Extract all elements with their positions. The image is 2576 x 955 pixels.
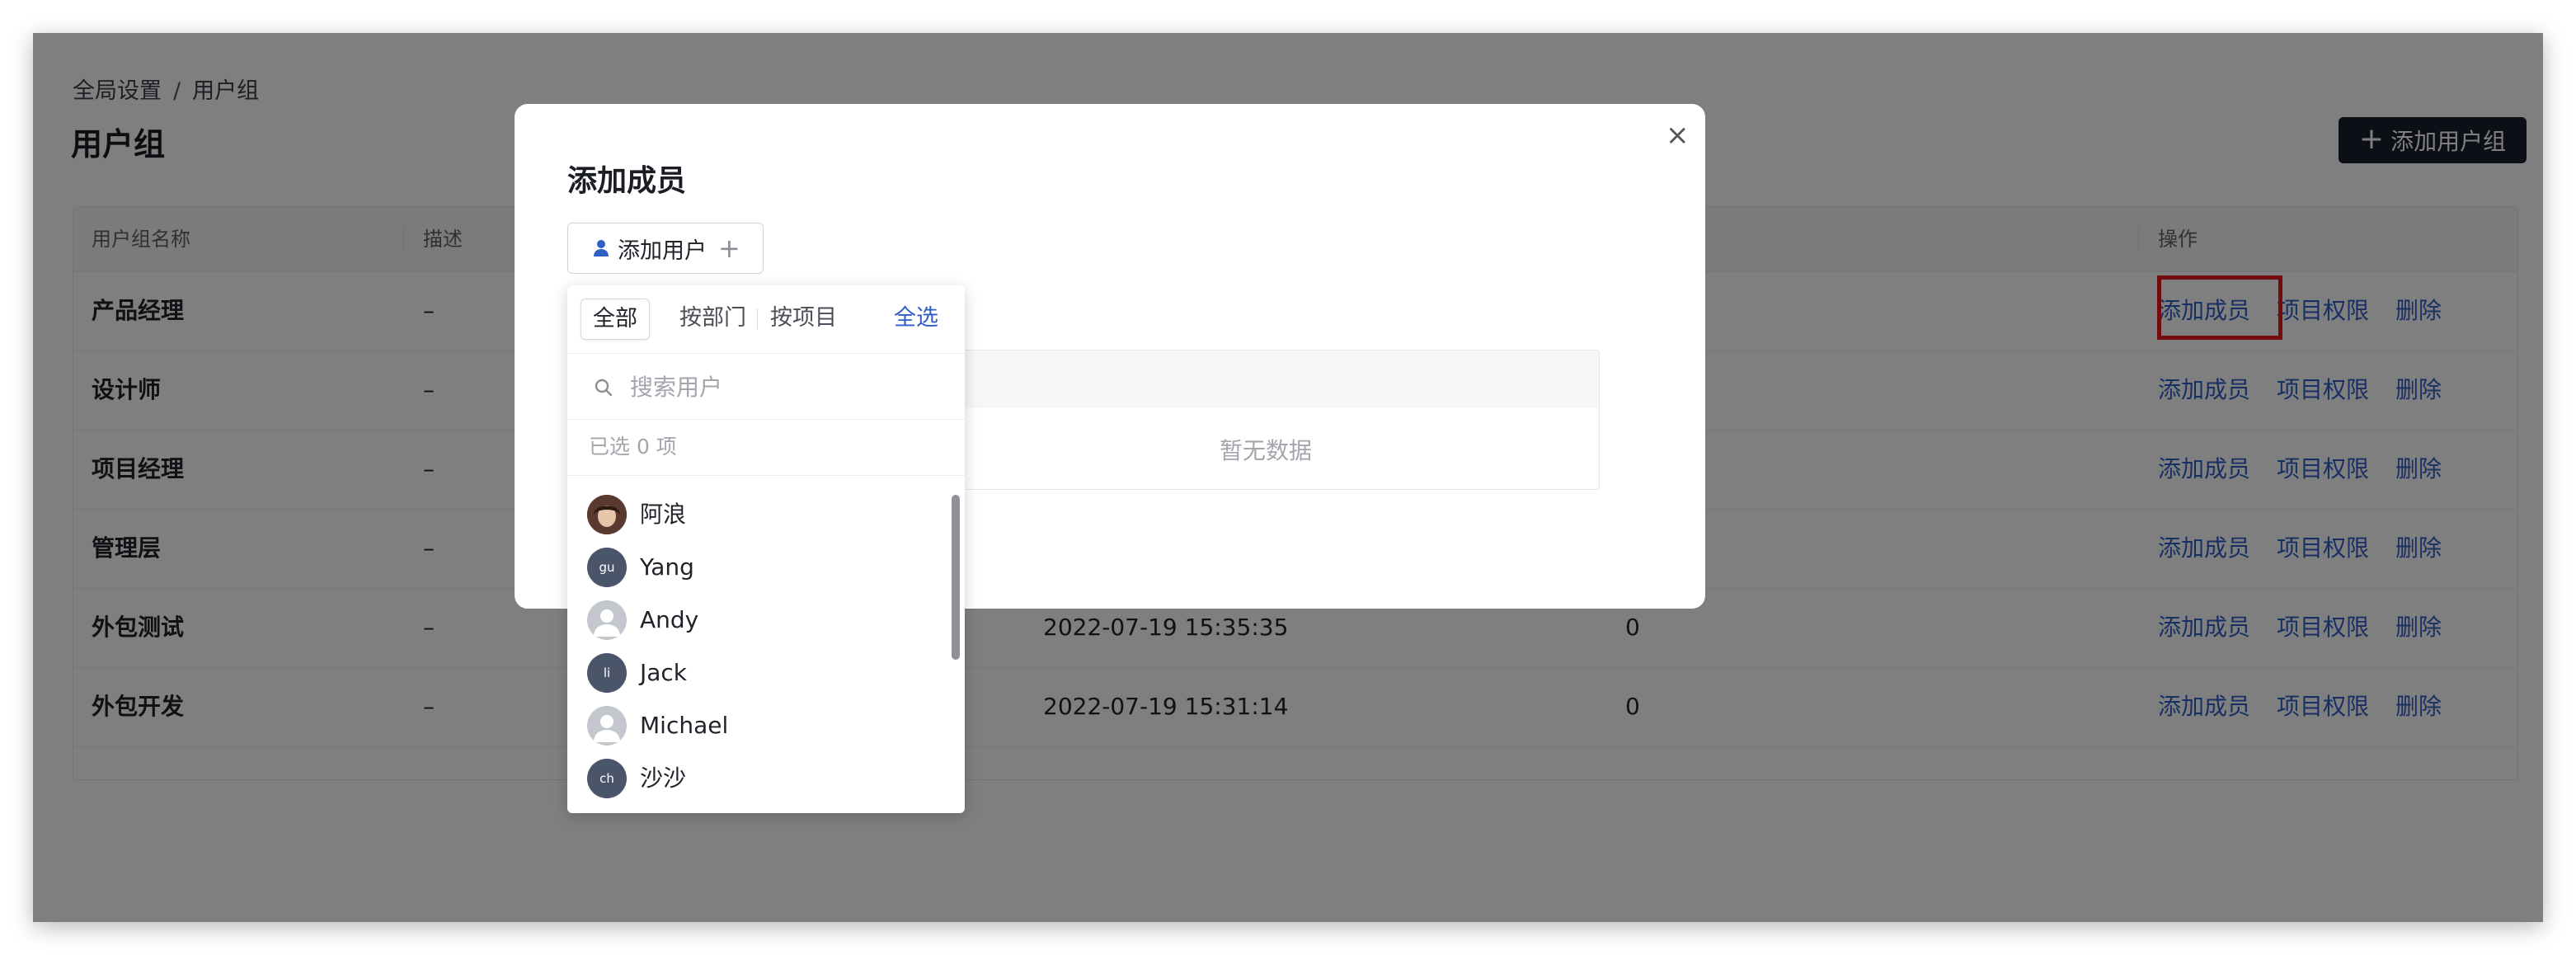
add-user-label: 添加用户: [618, 238, 707, 264]
search-icon: [594, 378, 613, 401]
select-all-link[interactable]: 全选: [894, 299, 938, 338]
avatar: [587, 495, 627, 534]
user-name: 阿浪: [640, 501, 687, 528]
user-list-item[interactable]: gu Yang: [567, 541, 947, 594]
user-name: Yang: [640, 553, 694, 581]
search-input[interactable]: [628, 369, 945, 404]
user-name: Andy: [640, 606, 699, 633]
picker-tabs: 全部 按部门 按项目 全选: [567, 285, 965, 354]
tab-by-department[interactable]: 按部门: [679, 299, 746, 338]
avatar: [587, 706, 627, 746]
selected-count: 已选 0 项: [589, 435, 677, 459]
user-list-item[interactable]: 阿浪: [567, 488, 947, 541]
tab-divider: [757, 308, 758, 330]
tab-by-project[interactable]: 按项目: [770, 299, 837, 338]
plus-icon: +: [718, 233, 740, 264]
members-table: 暂无数据: [910, 350, 1600, 490]
user-picker-dropdown: 全部 按部门 按项目 全选 已选 0 项 阿浪 gu Yang Andyli Jack M…: [567, 285, 965, 813]
user-name: Jack: [640, 659, 688, 686]
user-list-item[interactable]: Andy: [567, 594, 947, 647]
user-name: 沙沙: [640, 764, 687, 792]
modal-title: 添加成员: [567, 164, 687, 198]
user-icon: [593, 239, 609, 257]
search-bar: [567, 353, 965, 420]
scrollbar-thumb[interactable]: [952, 495, 960, 660]
empty-state-text: 暂无数据: [1219, 437, 1312, 464]
app-window: 全局设置/用户组 用户组 + 添加用户组 用户组名称 描述 操作 产品经理–添加…: [33, 33, 2543, 922]
user-list-item[interactable]: ch 沙沙: [567, 752, 947, 805]
tab-all[interactable]: 全部: [581, 299, 650, 340]
members-table-header: [911, 350, 1599, 408]
user-list-item[interactable]: Michael: [567, 699, 947, 752]
avatar: ch: [587, 759, 627, 798]
user-list-item[interactable]: li Jack: [567, 647, 947, 699]
avatar: li: [587, 653, 627, 693]
avatar: [587, 600, 627, 640]
close-icon[interactable]: ×: [1666, 119, 1690, 152]
add-user-button[interactable]: 添加用户 +: [567, 223, 764, 274]
divider: [567, 475, 965, 476]
user-name: Michael: [640, 712, 729, 739]
avatar: gu: [587, 548, 627, 587]
